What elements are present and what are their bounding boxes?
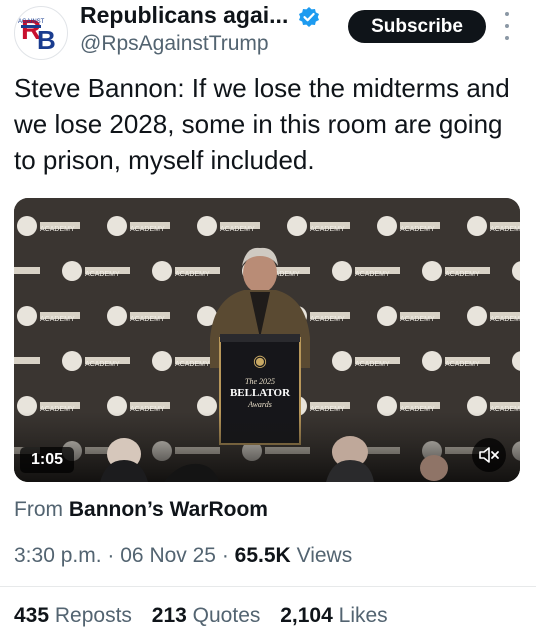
backdrop-label: ACADEMY <box>355 271 390 278</box>
subscribe-button[interactable]: Subscribe <box>348 10 486 43</box>
speaker-muted-icon <box>479 447 499 463</box>
backdrop-label: ACADEMY <box>490 226 520 233</box>
video-player[interactable]: ACADEMY ACADEMY ACADEMY ACADEMY ACADEMY ACADE… <box>14 198 520 482</box>
quotes-stat[interactable]: 213 Quotes <box>152 604 261 627</box>
backdrop-label: ACADEMY <box>85 271 120 278</box>
podium-line2: BELLATOR <box>230 387 291 399</box>
backdrop-label: ACADEMY <box>40 226 75 233</box>
avatar[interactable]: R B AGAINST <box>14 6 68 60</box>
backdrop-label: ACADEMY <box>310 316 345 323</box>
verified-badge-icon <box>299 7 319 27</box>
reposts-label: Reposts <box>54 604 132 627</box>
backdrop-label: ACADEMY <box>400 316 435 323</box>
video-frame: ACADEMY ACADEMY ACADEMY ACADEMY ACADEMY ACADE… <box>14 198 520 482</box>
podium-line3: Awards <box>247 400 272 409</box>
backdrop-label: ACADEMY <box>400 406 435 413</box>
backdrop-label: ACADEMY <box>445 271 480 278</box>
backdrop-label: ACADEMY <box>85 361 120 368</box>
video-source[interactable]: From Bannon’s WarRoom <box>14 498 268 522</box>
backdrop-label: ACADEMY <box>400 226 435 233</box>
backdrop-label: ACADEMY <box>310 406 345 413</box>
divider <box>0 586 536 587</box>
backdrop-label: ACADEMY <box>490 316 520 323</box>
likes-stat[interactable]: 2,104 Likes <box>280 604 387 627</box>
backdrop-label: ACADEMY <box>490 406 520 413</box>
author-name[interactable]: Republicans agai... <box>80 2 288 29</box>
meta-separator: · <box>107 544 115 567</box>
backdrop-label: ACADEMY <box>130 316 165 323</box>
reposts-stat[interactable]: 435 Reposts <box>14 604 132 627</box>
backdrop-label: ACADEMY <box>40 316 75 323</box>
mute-button[interactable] <box>472 438 506 472</box>
likes-count: 2,104 <box>280 604 333 627</box>
engagement-stats: 435 Reposts 213 Quotes 2,104 Likes <box>14 604 402 628</box>
backdrop-label: ACADEMY <box>310 226 345 233</box>
backdrop-label: ACADEMY <box>175 361 210 368</box>
republicans-against-logo-icon: R B AGAINST <box>18 14 56 55</box>
svg-text:B: B <box>37 25 56 55</box>
tweet-meta: 3:30 p.m. · 06 Nov 25 · 65.5K Views <box>14 544 352 568</box>
reposts-count: 435 <box>14 604 50 627</box>
tweet-text: Steve Bannon: If we lose the midterms an… <box>14 73 510 175</box>
backdrop-label: ACADEMY <box>40 406 75 413</box>
quotes-count: 213 <box>151 604 187 627</box>
video-duration: 1:05 <box>20 447 74 473</box>
quotes-label: Quotes <box>192 604 261 627</box>
backdrop-label: ACADEMY <box>175 271 210 278</box>
likes-label: Likes <box>338 604 388 627</box>
backdrop-label: ACADEMY <box>445 361 480 368</box>
more-options-icon[interactable] <box>500 12 514 40</box>
backdrop-label: ACADEMY <box>355 361 390 368</box>
svg-text:AGAINST: AGAINST <box>18 19 45 25</box>
source-prefix: From <box>14 498 63 521</box>
views-count: 65.5K <box>234 544 291 567</box>
views-label: Views <box>296 544 353 567</box>
backdrop-label: ACADEMY <box>130 226 165 233</box>
tweet-time[interactable]: 3:30 p.m. <box>14 544 102 567</box>
source-name[interactable]: Bannon’s WarRoom <box>69 498 268 521</box>
podium-line1: The 2025 <box>245 377 275 386</box>
backdrop-label: ACADEMY <box>130 406 165 413</box>
tweet-date[interactable]: 06 Nov 25 <box>120 544 216 567</box>
author-handle[interactable]: @RpsAgainstTrump <box>80 32 269 56</box>
meta-separator: · <box>221 544 229 567</box>
backdrop-label: ACADEMY <box>220 226 255 233</box>
svg-text:◉: ◉ <box>253 353 267 370</box>
